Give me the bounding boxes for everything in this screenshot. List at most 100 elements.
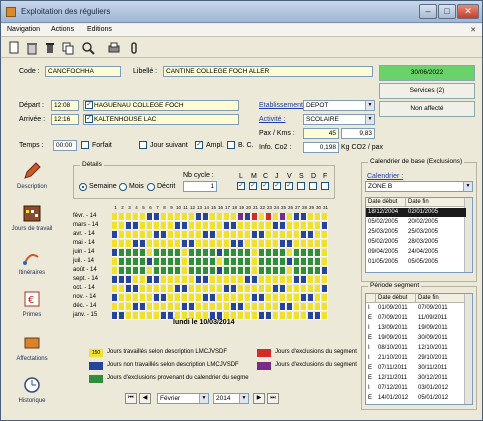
calendar-day-cell[interactable] [294,213,300,221]
calendar-day-cell[interactable] [196,294,202,302]
table-row[interactable]: E 12/11/2011 30/12/2011 [366,374,466,383]
year-select[interactable]: 2014 ▼ [213,393,249,404]
calendar-day-cell[interactable] [308,285,314,293]
table-row[interactable]: I 08/10/2011 12/10/2011 [366,344,466,353]
calendar-day-cell[interactable] [245,231,251,239]
calendar-day-cell[interactable] [217,267,223,275]
calendar-day-cell[interactable] [231,213,237,221]
calendar-day-cell[interactable] [161,285,167,293]
calendar-day-cell[interactable] [189,222,195,230]
calendar-day-cell[interactable] [112,222,118,230]
calendar-day-cell[interactable] [294,303,300,311]
calendar-day-cell[interactable] [161,231,167,239]
table-row[interactable]: I 01/09/2011 07/09/2011 [366,304,466,313]
calendar-day-cell[interactable] [182,294,188,302]
calendar-day-cell[interactable] [224,294,230,302]
calendar-day-cell[interactable] [266,312,272,320]
calendar-day-cell[interactable] [154,285,160,293]
calendar-day-cell[interactable] [119,267,125,275]
table-row[interactable]: 05/02/2005 28/03/2005 [366,238,466,247]
activite-select[interactable]: SCOLAIRE ▼ [303,114,375,125]
calendar-day-cell[interactable] [245,285,251,293]
table-row[interactable]: 05/02/2005 20/02/2005 [366,218,466,227]
calendar-day-cell[interactable] [252,213,258,221]
calendar-day-cell[interactable] [133,312,139,320]
next-button[interactable]: ▶ [253,393,265,404]
calendar-day-cell[interactable] [238,276,244,284]
kms-input[interactable]: 9,83 [341,128,375,139]
calendar-day-cell[interactable] [322,294,328,302]
calendar-day-cell[interactable] [266,240,272,248]
calendar-day-cell[interactable] [224,240,230,248]
calendar-day-cell[interactable] [210,249,216,257]
calendrier-select[interactable]: ZONE B ▼ [365,181,473,192]
calendar-day-cell[interactable] [140,249,146,257]
calendar-day-cell[interactable] [252,231,258,239]
calendar-day-cell[interactable] [112,240,118,248]
calendar-day-cell[interactable] [119,303,125,311]
calendar-day-cell[interactable] [161,258,167,266]
calendar-day-cell[interactable] [189,231,195,239]
calendar-day-cell[interactable] [210,276,216,284]
calendar-day-cell[interactable] [315,312,321,320]
calendar-day-cell[interactable] [322,303,328,311]
calendar-day-cell[interactable] [315,294,321,302]
calendar-day-cell[interactable] [112,303,118,311]
arrivee-check[interactable]: ✓ [85,115,93,123]
calendar-day-cell[interactable] [238,312,244,320]
temps-input[interactable]: 00:00 [53,140,77,151]
search-icon[interactable] [81,41,95,55]
calendar-day-cell[interactable] [182,285,188,293]
calendar-day-cell[interactable] [203,276,209,284]
calendar-day-cell[interactable] [273,276,279,284]
calendar-day-cell[interactable] [322,222,328,230]
calendar-day-cell[interactable] [126,267,132,275]
calendar-day-cell[interactable] [308,222,314,230]
jour-suivant-checkbox[interactable] [139,141,147,149]
calendar-day-cell[interactable] [147,276,153,284]
calendar-day-cell[interactable] [245,222,251,230]
calendar-day-cell[interactable] [231,258,237,266]
calendar-day-cell[interactable] [301,267,307,275]
calendar-day-cell[interactable] [161,249,167,257]
table-row[interactable]: I 07/12/2011 03/01/2012 [366,384,466,393]
calendar-day-cell[interactable] [119,222,125,230]
calendar-day-cell[interactable] [175,249,181,257]
minimize-button[interactable]: – [419,4,437,19]
calendar-day-cell[interactable] [203,222,209,230]
calendar-day-cell[interactable] [175,276,181,284]
calendar-day-cell[interactable] [112,294,118,302]
calendar-day-cell[interactable] [140,267,146,275]
calendar-day-cell[interactable] [301,258,307,266]
calendar-day-cell[interactable] [203,303,209,311]
calendar-day-cell[interactable] [287,276,293,284]
calendar-day-cell[interactable] [287,303,293,311]
calendar-day-cell[interactable] [196,285,202,293]
close-button[interactable]: ✕ [457,4,479,19]
calendar-day-cell[interactable] [189,213,195,221]
calendar-day-cell[interactable] [133,222,139,230]
calendar-day-cell[interactable] [147,312,153,320]
activite-label[interactable]: Activité : [259,116,285,123]
calendar-day-cell[interactable] [273,258,279,266]
calendar-day-cell[interactable] [231,222,237,230]
depart-place[interactable]: HAGUENAU COLLEGE FOCH [83,100,239,111]
calendar-day-cell[interactable] [112,231,118,239]
calendar-day-cell[interactable] [182,222,188,230]
calendar-day-cell[interactable] [238,267,244,275]
calendar-day-cell[interactable] [294,240,300,248]
etab-label[interactable]: Etablissement : [259,102,307,109]
table-row[interactable]: I 13/09/2011 19/09/2011 [366,324,466,333]
calendar-day-cell[interactable] [133,267,139,275]
calendar-day-cell[interactable] [259,249,265,257]
calendar-day-cell[interactable] [112,213,118,221]
table-row[interactable]: I 21/10/2011 29/10/2011 [366,354,466,363]
calendar-day-cell[interactable] [231,267,237,275]
calendar-day-cell[interactable] [154,267,160,275]
segment-table[interactable]: Date début Date fin I 01/09/2011 07/09/201… [365,293,473,405]
calendar-day-cell[interactable] [259,222,265,230]
calendar-day-cell[interactable] [266,294,272,302]
calendar-day-cell[interactable] [224,222,230,230]
nb-cycle-input[interactable]: 1 [183,181,217,192]
calendar-day-cell[interactable] [154,249,160,257]
